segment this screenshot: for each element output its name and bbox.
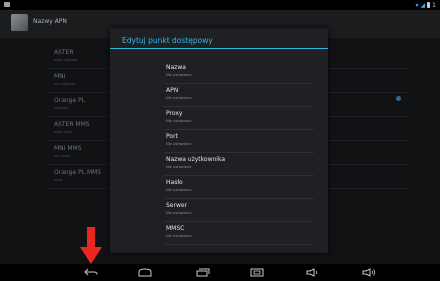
back-icon[interactable] xyxy=(78,264,104,281)
pref-password[interactable]: Hasło Nie ustawiono xyxy=(164,176,314,199)
status-bar: ▾ ◢ 1 xyxy=(0,0,440,10)
dialog-divider xyxy=(110,48,328,49)
navigation-bar xyxy=(0,264,440,281)
selected-radio-icon[interactable] xyxy=(396,96,401,101)
pref-username[interactable]: Nazwa użytkownika Nie ustawiono xyxy=(164,153,314,176)
battery-icon xyxy=(427,2,431,8)
pref-proxy[interactable]: Proxy Nie ustawiono xyxy=(164,107,314,130)
pref-apn[interactable]: APN Nie ustawiono xyxy=(164,84,314,107)
pref-server[interactable]: Serwer Nie ustawiono xyxy=(164,199,314,222)
volume-up-icon[interactable] xyxy=(356,264,382,281)
settings-app-icon[interactable] xyxy=(11,14,28,31)
system-icons: ▾ ◢ 1 xyxy=(416,1,436,9)
android-screen: ▾ ◢ 1 Nazwy APN ASTER aster.internet MNI… xyxy=(0,0,440,264)
screenshot-icon[interactable] xyxy=(244,264,270,281)
clock: 1 xyxy=(432,1,436,9)
volume-down-icon[interactable] xyxy=(300,264,326,281)
page-title: Nazwy APN xyxy=(33,18,67,25)
edit-apn-dialog: Edytuj punkt dostępowy Nazwa Nie ustawio… xyxy=(110,28,328,253)
recent-apps-icon[interactable] xyxy=(190,264,216,281)
signal-icon: ◢ xyxy=(420,1,426,9)
pref-nazwa[interactable]: Nazwa Nie ustawiono xyxy=(164,61,314,84)
home-icon[interactable] xyxy=(132,264,158,281)
notification-icon xyxy=(4,2,10,7)
red-arrow-annotation xyxy=(80,227,102,264)
dialog-title: Edytuj punkt dostępowy xyxy=(122,36,213,45)
wifi-icon: ▾ xyxy=(415,1,419,9)
pref-mmsc[interactable]: MMSC Nie ustawiono xyxy=(164,222,314,245)
pref-port[interactable]: Port Nie ustawiono xyxy=(164,130,314,153)
